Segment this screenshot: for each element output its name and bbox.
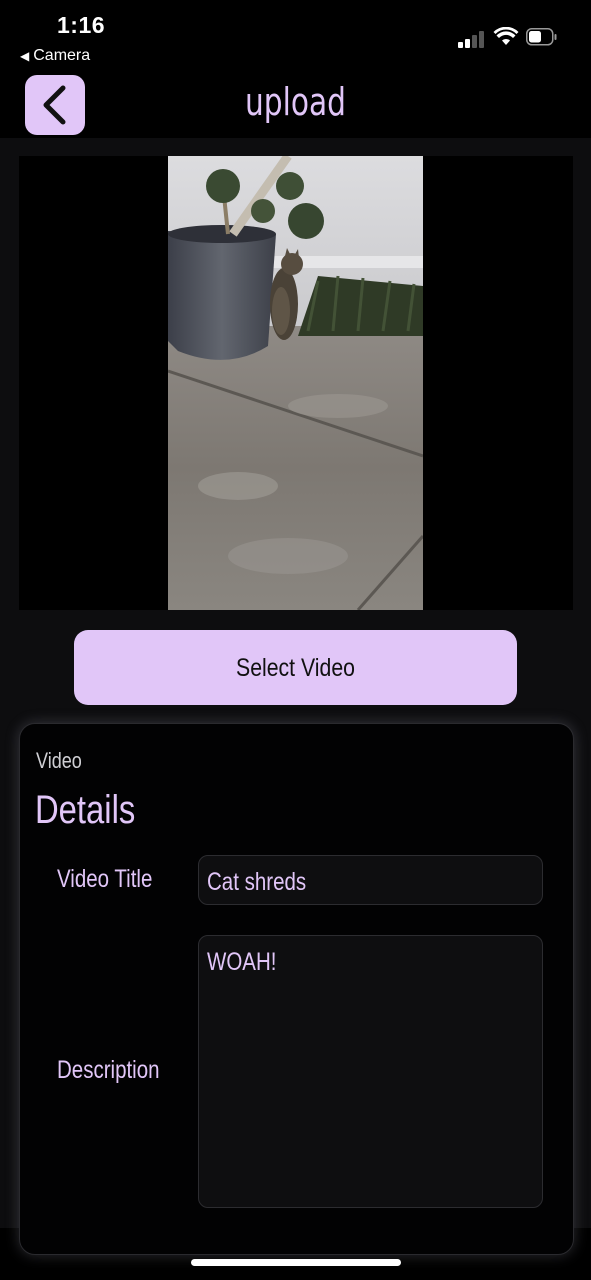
back-to-app-link[interactable]: ◀ Camera bbox=[20, 47, 90, 65]
video-title-label: Video Title bbox=[57, 865, 153, 893]
home-indicator[interactable] bbox=[191, 1259, 401, 1266]
video-frame-image bbox=[168, 156, 423, 610]
description-textarea[interactable]: WOAH! bbox=[198, 935, 543, 1208]
description-label: Description bbox=[57, 1056, 160, 1084]
status-bar: 1:16 ◀ Camera bbox=[0, 0, 591, 72]
video-title-input[interactable]: Cat shreds bbox=[198, 855, 543, 905]
description-value: WOAH! bbox=[207, 948, 277, 976]
cat-photo bbox=[168, 156, 423, 610]
card-kicker: Video bbox=[36, 748, 82, 773]
wifi-icon bbox=[493, 27, 519, 45]
app-header: upload bbox=[0, 72, 591, 138]
page-title: upload bbox=[245, 80, 346, 124]
select-video-label: Select Video bbox=[236, 654, 355, 682]
cellular-signal-icon bbox=[458, 28, 486, 48]
battery-icon bbox=[526, 28, 557, 46]
status-time: 1:16 bbox=[57, 12, 106, 38]
back-triangle-icon: ◀ bbox=[20, 49, 30, 63]
details-card: Video Details Video Title Cat shreds Des… bbox=[19, 723, 574, 1255]
card-title: Details bbox=[35, 788, 136, 832]
video-title-value: Cat shreds bbox=[207, 868, 307, 896]
back-app-label: Camera bbox=[33, 47, 91, 64]
select-video-button[interactable]: Select Video bbox=[74, 630, 517, 705]
